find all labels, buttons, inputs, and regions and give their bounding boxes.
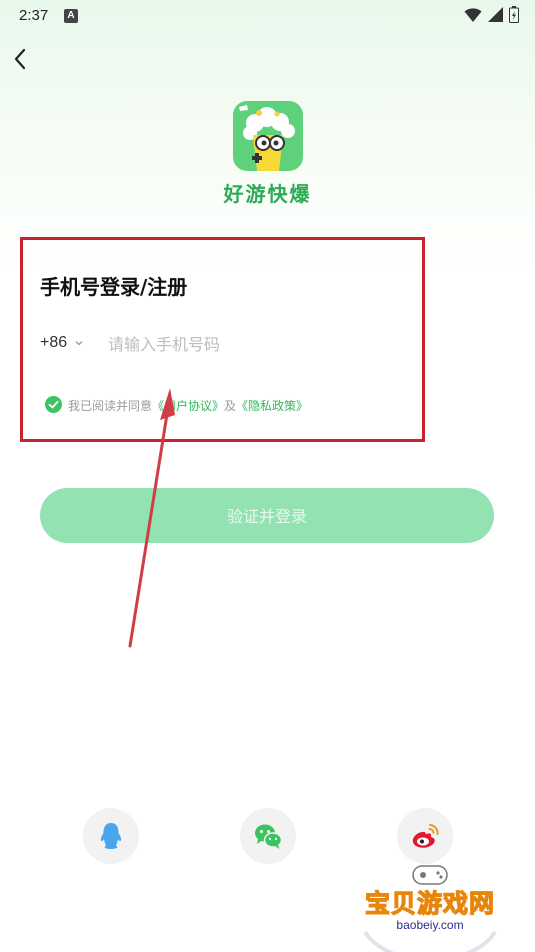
signal-icon [488, 7, 503, 22]
phone-input[interactable] [108, 330, 398, 358]
country-code-selector[interactable]: +86 [40, 334, 67, 352]
wechat-login-button[interactable] [240, 808, 296, 864]
status-icons [464, 6, 519, 23]
chevron-down-icon[interactable] [74, 338, 84, 348]
agreement-checkbox[interactable] [45, 396, 62, 413]
status-bar: 2:37 A [0, 0, 535, 32]
watermark-url: baobeiy.com [396, 918, 464, 932]
agreement-prefix: 我已阅读并同意 [68, 399, 153, 413]
weibo-login-button[interactable] [397, 808, 453, 864]
qq-login-button[interactable] [83, 808, 139, 864]
check-icon [48, 400, 59, 409]
privacy-policy-link[interactable]: 《隐私政策》 [236, 399, 308, 413]
wechat-icon [255, 824, 283, 849]
watermark-text: 宝贝游戏网 [364, 888, 495, 918]
qq-icon [100, 823, 122, 849]
agreement-conjunction: 及 [224, 399, 237, 413]
app-logo [233, 101, 303, 171]
login-title: 手机号登录/注册 [40, 275, 188, 299]
notification-badge: A [64, 9, 78, 23]
battery-icon [509, 6, 519, 23]
wifi-icon [464, 7, 482, 22]
back-button[interactable] [10, 44, 32, 74]
weibo-icon [412, 824, 439, 848]
agreement-text: 我已阅读并同意《用户协议》及《隐私政策》 [68, 397, 308, 414]
verify-login-button[interactable]: 验证并登录 [40, 488, 494, 543]
user-agreement-link[interactable]: 《用户协议》 [152, 399, 224, 413]
chevron-left-icon [14, 48, 26, 70]
app-name: 好游快爆 [223, 182, 312, 206]
status-time: 2:37 [19, 7, 49, 24]
popcorn-mascot-icon [239, 105, 295, 171]
watermark: 宝贝游戏网 baobeiy.com [355, 860, 505, 952]
